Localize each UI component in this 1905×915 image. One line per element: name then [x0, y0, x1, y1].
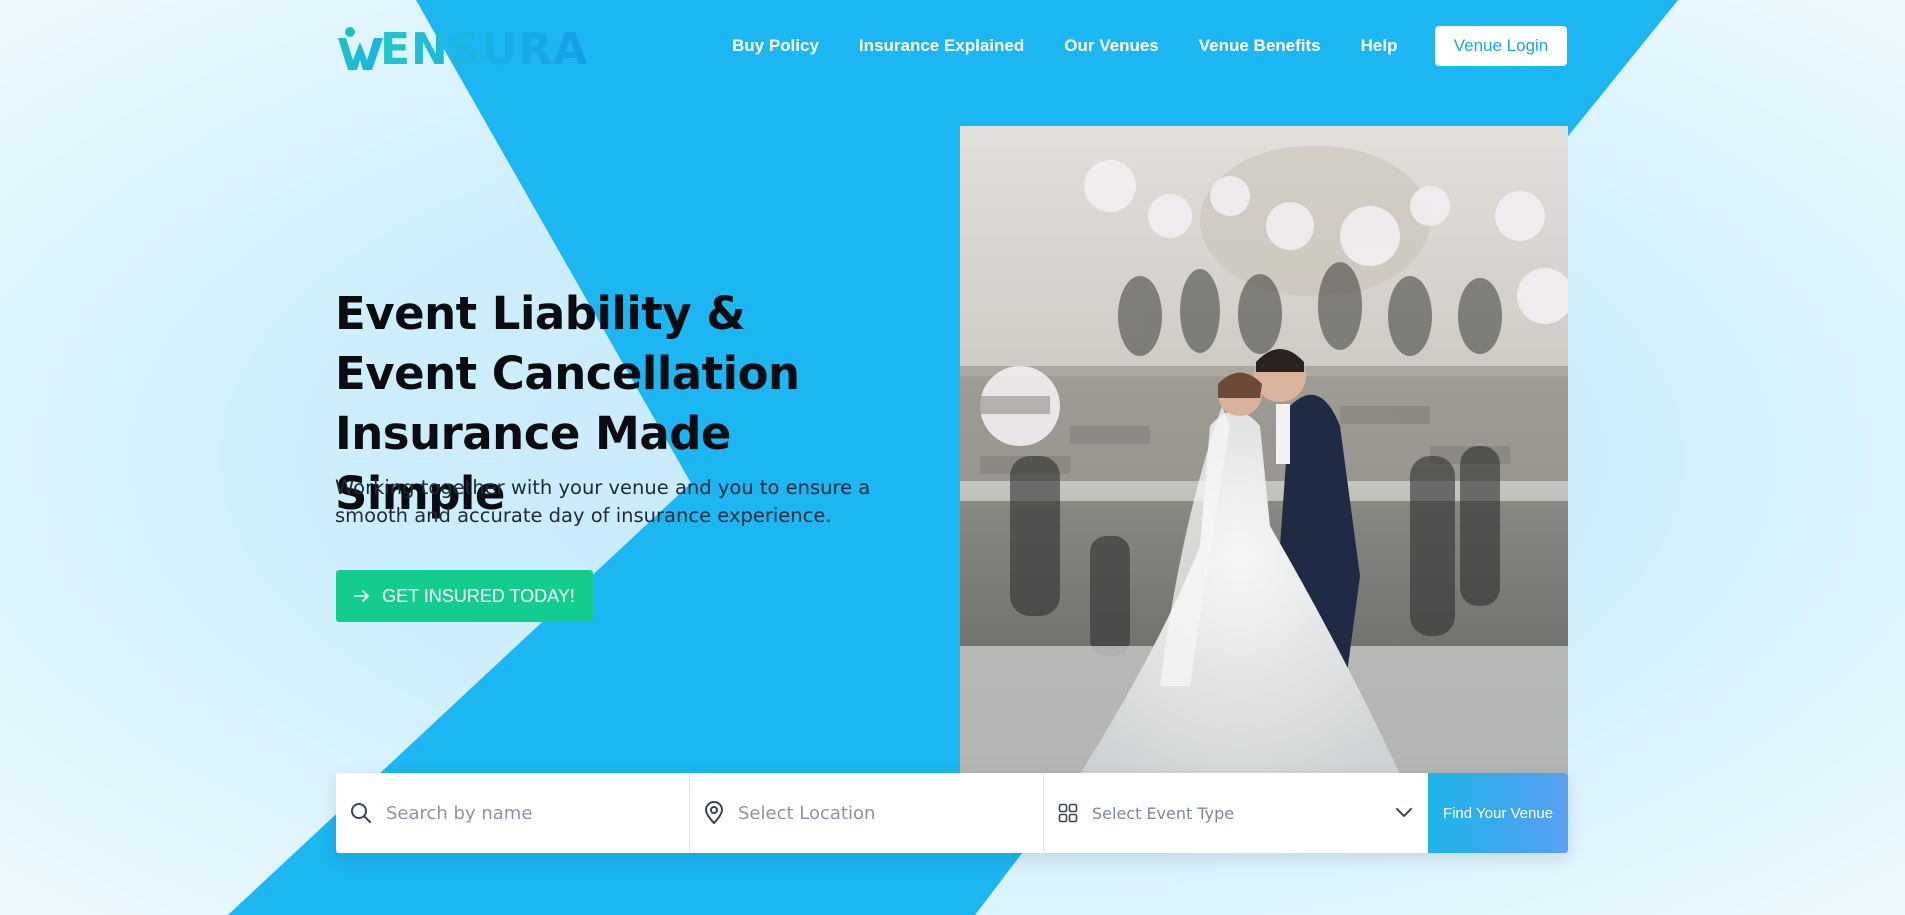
nav-our-venues[interactable]: Our Venues [1064, 36, 1158, 56]
nav-buy-policy[interactable]: Buy Policy [732, 36, 819, 56]
hero-photo-wedding-dance [960, 126, 1568, 774]
event-type-select[interactable]: Select Event Type [1044, 773, 1428, 853]
search-name-field [336, 773, 690, 853]
chevron-down-icon [1396, 808, 1412, 817]
search-name-input[interactable] [386, 802, 666, 824]
brand-logo[interactable]: ENSURA [336, 22, 588, 72]
nav-venue-benefits[interactable]: Venue Benefits [1199, 36, 1321, 56]
logo-mark-icon [338, 27, 383, 70]
brand-name: ENSURA [380, 24, 589, 75]
search-icon [351, 803, 371, 823]
grid-icon [1058, 803, 1078, 823]
nav-insurance-explained[interactable]: Insurance Explained [859, 36, 1024, 56]
get-insured-label: GET INSURED TODAY! [382, 585, 575, 606]
venue-login-button[interactable]: Venue Login [1435, 26, 1567, 66]
hero-subtitle: Working together with your venue and you… [335, 476, 871, 527]
event-type-label: Select Event Type [1092, 803, 1235, 823]
search-location-input[interactable] [738, 802, 1018, 824]
get-insured-button[interactable]: GET INSURED TODAY! [336, 570, 593, 622]
arrow-right-icon [354, 590, 369, 602]
map-pin-icon [705, 801, 723, 824]
find-venue-button[interactable]: Find Your Venue [1428, 773, 1568, 853]
search-location-field [690, 773, 1044, 853]
nav-help[interactable]: Help [1361, 36, 1398, 56]
main-nav: Buy Policy Insurance Explained Our Venue… [732, 34, 1437, 58]
venue-search-bar: Select Event Type Find Your Venue [336, 773, 1568, 853]
